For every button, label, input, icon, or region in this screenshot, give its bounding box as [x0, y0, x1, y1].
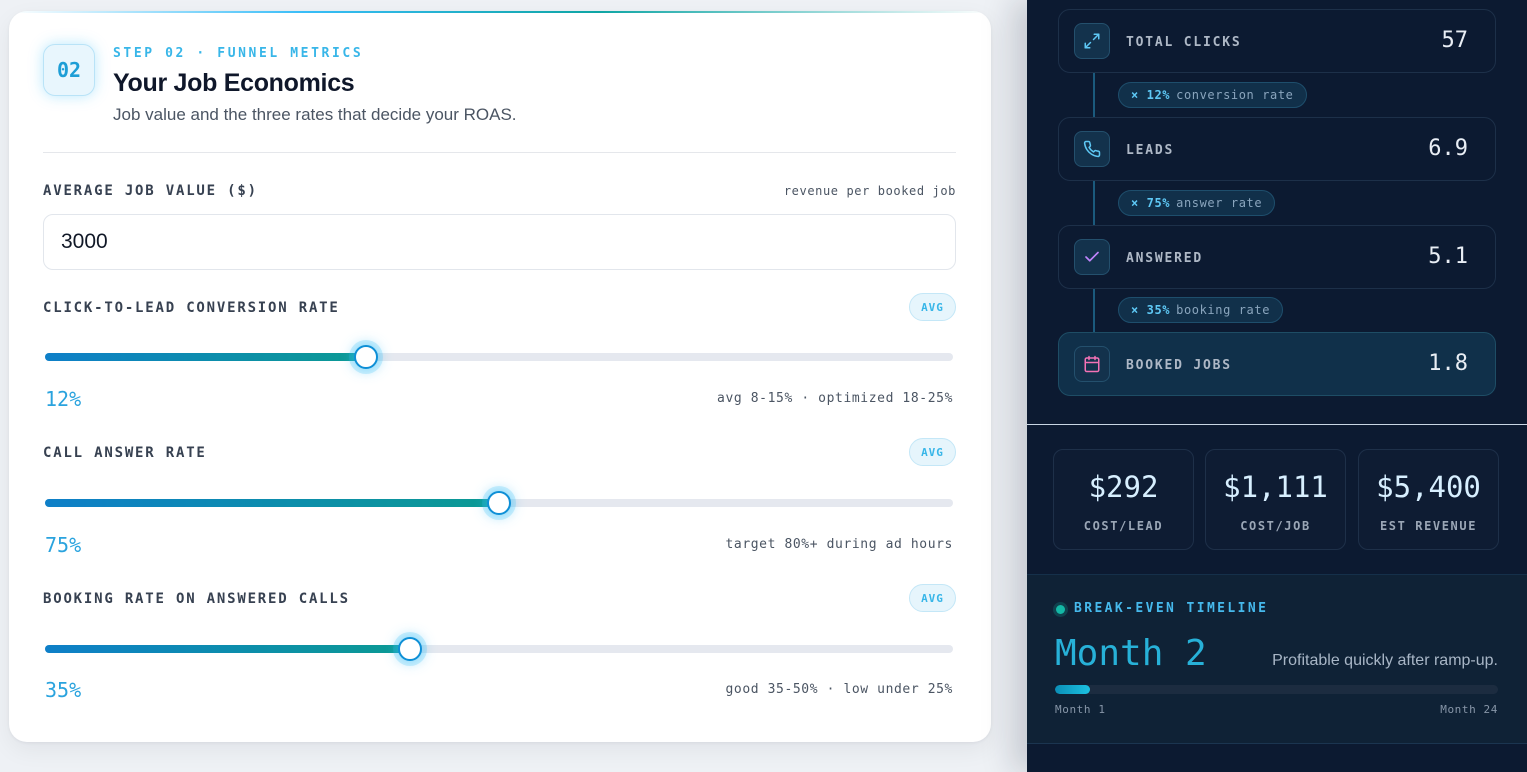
- section-subtitle: Job value and the three rates that decid…: [113, 105, 517, 124]
- answer-rate-range: target 80%+ during ad hours: [725, 537, 953, 552]
- conversion-avg-badge[interactable]: AVG: [909, 293, 956, 321]
- timeline-progress-bar: [1055, 685, 1498, 694]
- panel-divider: [1027, 424, 1527, 425]
- status-dot-icon: [1056, 605, 1065, 614]
- booking-rate-pill: × 35% booking rate: [1118, 297, 1284, 323]
- job-value-input[interactable]: [43, 214, 956, 270]
- answer-rate-pill: × 75% answer rate: [1118, 190, 1276, 216]
- job-value-label: AVERAGE JOB VALUE ($): [43, 183, 258, 199]
- conversion-rate-pill: × 12% conversion rate: [1118, 82, 1307, 108]
- conversion-rate-slider[interactable]: [45, 345, 953, 369]
- answer-rate-fill: [45, 499, 499, 507]
- stat-label: COST/LEAD: [1083, 519, 1164, 533]
- funnel-step-label: TOTAL CLICKS: [1126, 35, 1242, 50]
- section-divider: [43, 152, 956, 153]
- section-title: Your Job Economics: [113, 69, 355, 97]
- step-label: STEP 02 · FUNNEL METRICS: [113, 46, 364, 61]
- answer-avg-badge[interactable]: AVG: [909, 438, 956, 466]
- rate-pill-text: booking rate: [1176, 303, 1271, 317]
- rate-pill-text: conversion rate: [1176, 88, 1294, 102]
- booking-rate-slider[interactable]: [45, 637, 953, 661]
- timeline-max-label: Month 24: [1440, 703, 1498, 716]
- stat-label: COST/JOB: [1240, 519, 1311, 533]
- booking-rate-value: 35%: [45, 678, 82, 702]
- conversion-rate-thumb[interactable]: [354, 345, 379, 369]
- funnel-step-value: 5.1: [1428, 244, 1468, 269]
- expand-icon: [1074, 23, 1110, 59]
- funnel-row-booked-jobs: BOOKED JOBS 1.8: [1058, 332, 1496, 396]
- booking-rate-label: BOOKING RATE ON ANSWERED CALLS: [43, 591, 350, 607]
- stat-cost-per-lead: $292 COST/LEAD: [1053, 449, 1194, 550]
- funnel-connector: [1093, 72, 1095, 334]
- conversion-rate-label: CLICK-TO-LEAD CONVERSION RATE: [43, 300, 340, 316]
- answer-rate-slider[interactable]: [45, 491, 953, 515]
- conversion-rate-value: 12%: [45, 387, 82, 411]
- timeline-note: Profitable quickly after ramp-up.: [1272, 652, 1498, 669]
- rate-pill-text: answer rate: [1176, 196, 1263, 210]
- stat-est-revenue: $5,400 EST REVENUE: [1358, 449, 1499, 550]
- booking-rate-thumb[interactable]: [398, 637, 423, 661]
- conversion-rate-range: avg 8-15% · optimized 18-25%: [717, 391, 953, 406]
- timeline-progress-fill: [1055, 685, 1091, 694]
- funnel-row-leads: LEADS 6.9: [1058, 117, 1496, 181]
- stat-value: $5,400: [1376, 470, 1481, 504]
- funnel-step-label: ANSWERED: [1126, 251, 1204, 266]
- rate-pill-value: × 75%: [1131, 196, 1171, 210]
- step-number-badge: 02: [43, 44, 95, 96]
- break-even-timeline: BREAK-EVEN TIMELINE Month 2 Profitable q…: [1027, 574, 1527, 744]
- job-value-hint: revenue per booked job: [783, 184, 956, 198]
- timeline-label: BREAK-EVEN TIMELINE: [1074, 601, 1269, 616]
- rate-pill-value: × 12%: [1131, 88, 1171, 102]
- answer-rate-value: 75%: [45, 533, 82, 557]
- rate-pill-value: × 35%: [1131, 303, 1171, 317]
- booking-rate-fill: [45, 645, 411, 653]
- timeline-min-label: Month 1: [1055, 703, 1106, 716]
- results-panel: TOTAL CLICKS 57 × 12% conversion rate LE…: [1027, 0, 1527, 772]
- funnel-step-value: 57: [1441, 28, 1469, 53]
- stat-value: $1,111: [1223, 470, 1328, 504]
- funnel-step-value: 1.8: [1428, 351, 1468, 376]
- job-economics-card: 02 STEP 02 · FUNNEL METRICS Your Job Eco…: [9, 11, 991, 742]
- booking-rate-range: good 35-50% · low under 25%: [725, 682, 953, 697]
- funnel-step-value: 6.9: [1428, 136, 1468, 161]
- phone-icon: [1074, 131, 1110, 167]
- timeline-value: Month 2: [1055, 633, 1207, 674]
- stat-label: EST REVENUE: [1379, 519, 1478, 533]
- funnel-step-label: LEADS: [1126, 143, 1175, 158]
- stat-value: $292: [1088, 470, 1159, 504]
- check-icon: [1074, 239, 1110, 275]
- funnel-row-answered: ANSWERED 5.1: [1058, 225, 1496, 289]
- answer-rate-label: CALL ANSWER RATE: [43, 445, 207, 461]
- calendar-icon: [1074, 346, 1110, 382]
- answer-rate-thumb[interactable]: [487, 491, 511, 515]
- conversion-rate-fill: [45, 353, 367, 361]
- funnel-step-label: BOOKED JOBS: [1126, 358, 1232, 373]
- funnel-row-total-clicks: TOTAL CLICKS 57: [1058, 9, 1496, 73]
- stat-cost-per-job: $1,111 COST/JOB: [1205, 449, 1346, 550]
- booking-avg-badge[interactable]: AVG: [909, 584, 956, 612]
- card-accent-line: [9, 11, 991, 13]
